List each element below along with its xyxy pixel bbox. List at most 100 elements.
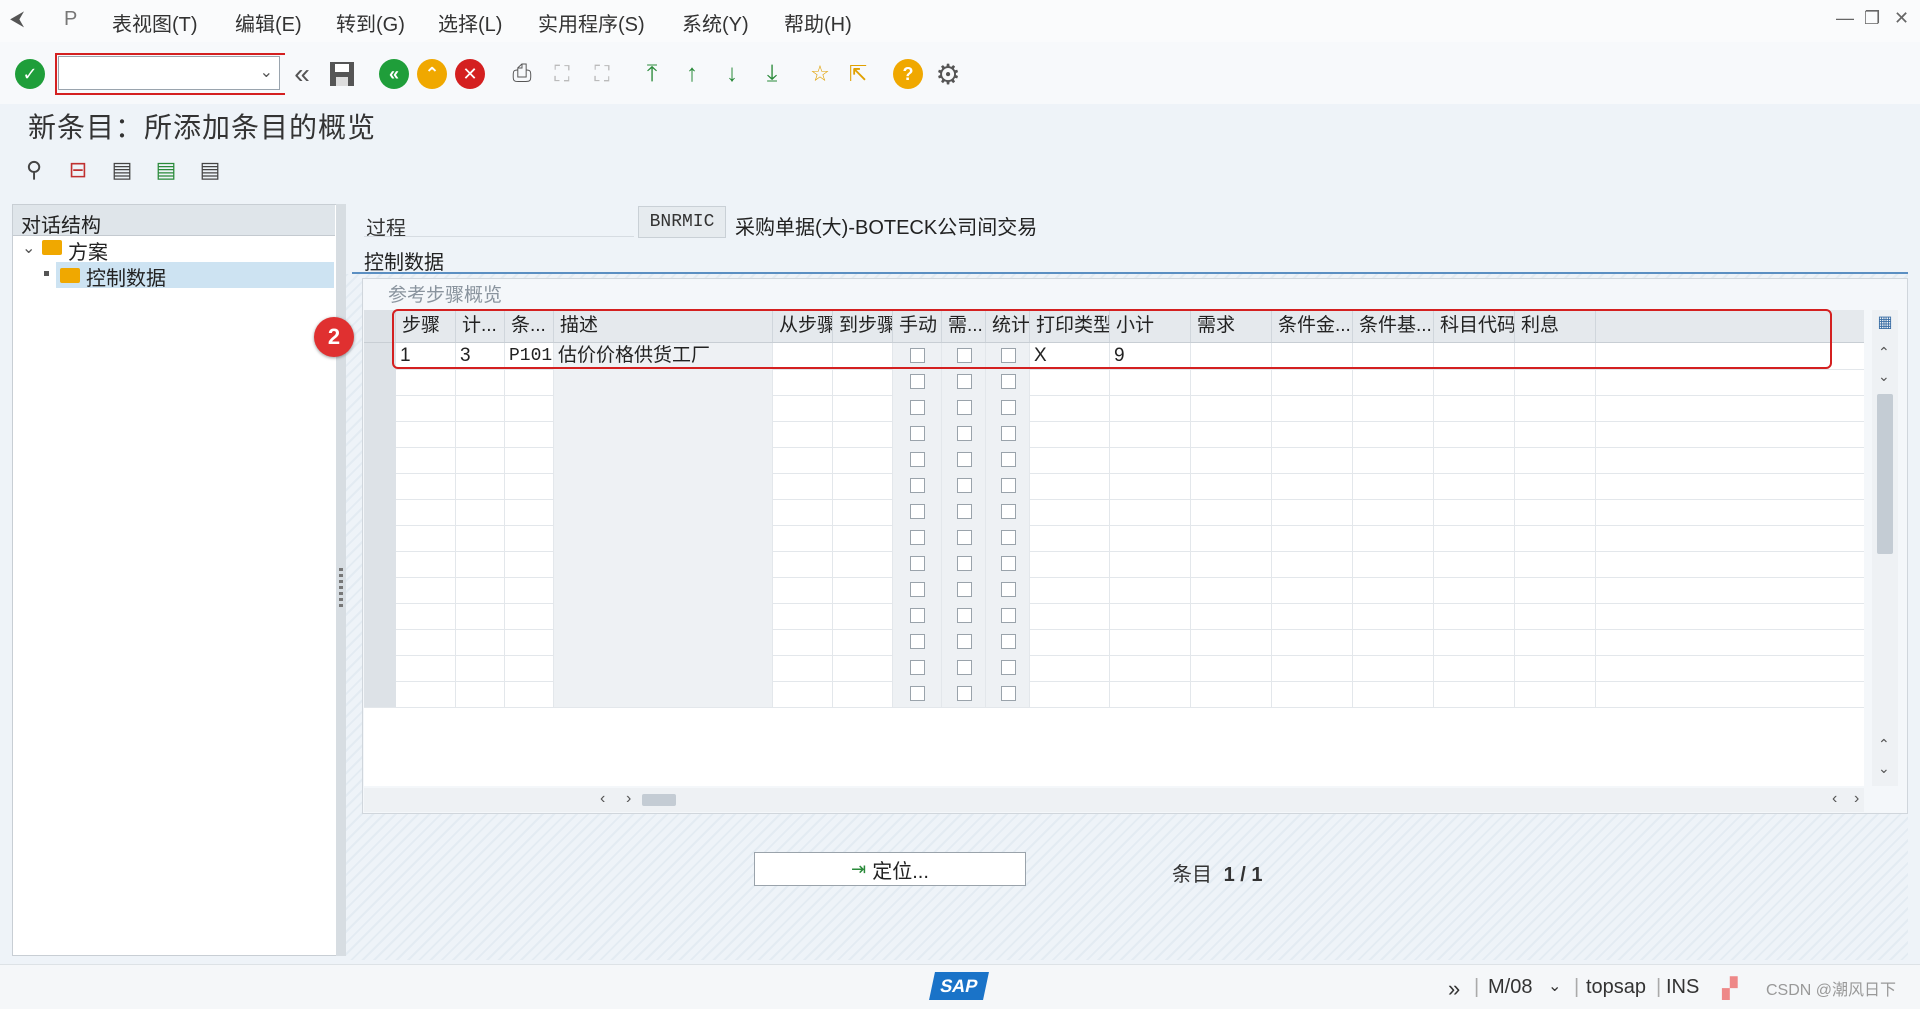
- next-page-icon[interactable]: ↓: [716, 58, 748, 90]
- table-cell-from-step[interactable]: [773, 577, 833, 603]
- table-cell-condition-type[interactable]: [505, 369, 554, 395]
- table-cell-accrual[interactable]: [1515, 551, 1596, 577]
- table-cell-condition-type[interactable]: [505, 499, 554, 525]
- checkbox[interactable]: [1001, 426, 1016, 441]
- checkbox[interactable]: [910, 660, 925, 675]
- table-cell-required[interactable]: [942, 369, 986, 395]
- table-cell-account-key[interactable]: [1434, 421, 1515, 447]
- table-cell-from-step[interactable]: [773, 655, 833, 681]
- checkbox[interactable]: [910, 634, 925, 649]
- table-cell-required[interactable]: [942, 473, 986, 499]
- scroll-thumb[interactable]: [1877, 394, 1893, 554]
- close-window-icon[interactable]: ✕: [1894, 8, 1909, 29]
- table-cell-step[interactable]: [396, 629, 456, 655]
- checkbox[interactable]: [910, 582, 925, 597]
- table-cell-to-step[interactable]: [833, 681, 893, 707]
- save-icon[interactable]: [326, 58, 358, 90]
- table-cell-from-step[interactable]: [773, 421, 833, 447]
- table-cell-from-step[interactable]: [773, 681, 833, 707]
- table-cell-requirement[interactable]: [1191, 473, 1272, 499]
- table-cell-step[interactable]: [396, 655, 456, 681]
- scroll-left-end-icon[interactable]: ‹: [1832, 790, 1837, 808]
- table-cell-condition-type[interactable]: [505, 525, 554, 551]
- table-cell-cond-amount[interactable]: [1272, 629, 1353, 655]
- table-cell-step[interactable]: [396, 551, 456, 577]
- table-cell-description[interactable]: [554, 603, 773, 629]
- table-cell-counter[interactable]: [456, 473, 505, 499]
- scroll-up-icon[interactable]: ⌃: [1878, 344, 1890, 361]
- tree-expand-icon[interactable]: ⌄: [22, 238, 35, 258]
- checkbox[interactable]: [1001, 452, 1016, 467]
- table-cell-cond-amount[interactable]: [1272, 655, 1353, 681]
- table-cell-cond-amount[interactable]: [1272, 577, 1353, 603]
- table-cell-statistical[interactable]: [986, 629, 1030, 655]
- table-cell-manual[interactable]: [893, 447, 942, 473]
- checkbox[interactable]: [910, 556, 925, 571]
- table-cell-cond-amount[interactable]: [1272, 681, 1353, 707]
- checkbox[interactable]: [957, 504, 972, 519]
- table-cell-condition-type[interactable]: [505, 473, 554, 499]
- table-cell-description[interactable]: [554, 369, 773, 395]
- select-all-icon[interactable]: ▤: [106, 154, 138, 186]
- table-cell-cond-base[interactable]: [1353, 395, 1434, 421]
- table-cell-print-type[interactable]: [1030, 369, 1110, 395]
- table-cell-counter[interactable]: [456, 551, 505, 577]
- table-cell-from-step[interactable]: [773, 629, 833, 655]
- table-cell-manual[interactable]: [893, 681, 942, 707]
- table-cell-cond-base[interactable]: [1353, 369, 1434, 395]
- table-cell-requirement[interactable]: [1191, 369, 1272, 395]
- table-cell-condition-type[interactable]: [505, 629, 554, 655]
- table-cell-manual[interactable]: [893, 655, 942, 681]
- position-button[interactable]: ⇥ 定位...: [754, 852, 1026, 886]
- table-cell-cond-base[interactable]: [1353, 629, 1434, 655]
- table-cell-to-step[interactable]: [833, 369, 893, 395]
- table-cell-cond-amount[interactable]: [1272, 603, 1353, 629]
- table-cell-required[interactable]: [942, 655, 986, 681]
- checkbox[interactable]: [1001, 504, 1016, 519]
- table-cell-requirement[interactable]: [1191, 629, 1272, 655]
- table-cell-step[interactable]: [396, 499, 456, 525]
- checkbox[interactable]: [957, 400, 972, 415]
- table-cell-condition-type[interactable]: [505, 655, 554, 681]
- table-cell-account-key[interactable]: [1434, 629, 1515, 655]
- table-cell-cond-amount[interactable]: [1272, 369, 1353, 395]
- table-cell-description[interactable]: [554, 395, 773, 421]
- table-cell-cond-base[interactable]: [1353, 603, 1434, 629]
- checkbox[interactable]: [1001, 530, 1016, 545]
- table-cell-print-type[interactable]: [1030, 629, 1110, 655]
- table-cell-description[interactable]: [554, 551, 773, 577]
- horizontal-scrollbar[interactable]: ‹ › ‹ ›: [364, 788, 1864, 812]
- table-cell-step[interactable]: [396, 447, 456, 473]
- table-cell-cond-base[interactable]: [1353, 577, 1434, 603]
- table-cell-accrual[interactable]: [1515, 395, 1596, 421]
- table-cell-account-key[interactable]: [1434, 369, 1515, 395]
- checkbox[interactable]: [1001, 478, 1016, 493]
- vertical-scrollbar[interactable]: ▦ ⌃ ⌄ ⌃ ⌄: [1872, 310, 1898, 786]
- checkbox[interactable]: [910, 686, 925, 701]
- table-cell-print-type[interactable]: [1030, 681, 1110, 707]
- table-cell-counter[interactable]: [456, 681, 505, 707]
- table-cell-condition-type[interactable]: [505, 447, 554, 473]
- table-cell-description[interactable]: [554, 421, 773, 447]
- table-cell-condition-type[interactable]: [505, 421, 554, 447]
- table-cell-statistical[interactable]: [986, 499, 1030, 525]
- table-cell-manual[interactable]: [893, 629, 942, 655]
- table-cell-manual[interactable]: [893, 525, 942, 551]
- checkbox[interactable]: [910, 478, 925, 493]
- table-cell-accrual[interactable]: [1515, 577, 1596, 603]
- scroll-left-icon[interactable]: ‹: [600, 790, 605, 808]
- table-cell-from-step[interactable]: [773, 525, 833, 551]
- checkbox[interactable]: [957, 686, 972, 701]
- checkbox[interactable]: [957, 634, 972, 649]
- restore-icon[interactable]: ❐: [1864, 8, 1880, 29]
- table-cell-subtotal[interactable]: [1110, 473, 1191, 499]
- table-cell-cond-amount[interactable]: [1272, 395, 1353, 421]
- table-cell-manual[interactable]: [893, 499, 942, 525]
- table-cell-print-type[interactable]: [1030, 395, 1110, 421]
- table-cell-step[interactable]: [396, 577, 456, 603]
- table-cell-condition-type[interactable]: [505, 681, 554, 707]
- delete-icon[interactable]: ⊟: [62, 154, 94, 186]
- table-cell-requirement[interactable]: [1191, 655, 1272, 681]
- command-field[interactable]: ⌄: [58, 56, 280, 90]
- table-cell-condition-type[interactable]: [505, 577, 554, 603]
